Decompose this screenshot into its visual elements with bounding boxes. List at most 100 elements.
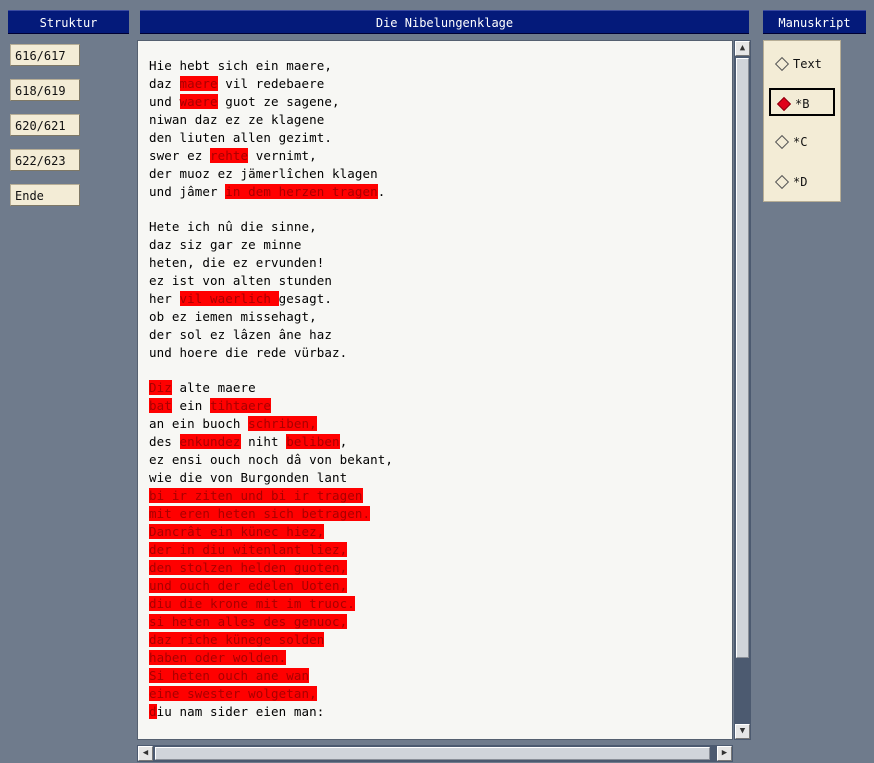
verse-line: den stolzen helden guoten, <box>149 559 393 577</box>
scroll-right-arrow-icon[interactable]: ▶ <box>717 746 732 761</box>
verse-text: daz siz gar ze minne <box>149 237 302 252</box>
highlighted-text: waere <box>179 94 218 109</box>
vertical-scrollbar[interactable]: ▲ ▼ <box>734 40 751 740</box>
verse-text: niwan daz ez ze klagene <box>149 112 325 127</box>
verse-text: wie die von Burgonden lant <box>149 470 348 485</box>
verse-line: Diz alte maere <box>149 379 393 397</box>
manuskript-option[interactable]: *D <box>769 168 835 196</box>
verse-line: diu nam sider eien man: <box>149 703 393 721</box>
radio-diamond-icon <box>776 96 792 111</box>
vertical-scroll-thumb[interactable] <box>736 58 749 658</box>
manuskript-option-label: *D <box>793 175 808 189</box>
verse-line: und hoere die rede vürbaz. <box>149 344 393 362</box>
verse-line: niwan daz ez ze klagene <box>149 111 393 129</box>
verse-line: eine swester wolgetan, <box>149 685 393 703</box>
highlighted-text: vil waerlich <box>179 291 279 306</box>
verse-line: ez ist von alten stunden <box>149 272 393 290</box>
scroll-up-arrow-icon[interactable]: ▲ <box>735 41 750 56</box>
verse-text: vil redebaere <box>217 76 325 91</box>
verse-line: Si heten ouch ane wan <box>149 667 393 685</box>
struktur-button[interactable]: Ende <box>10 184 80 206</box>
highlighted-text: der in diu witenlant liez, <box>149 542 348 557</box>
manuskript-option-label: Text <box>793 57 822 71</box>
verse-line: si heten alles des genuoc, <box>149 613 393 631</box>
verse-line: Hie hebt sich ein maere, <box>149 57 393 75</box>
highlighted-text: daz riche künege solden <box>149 632 325 647</box>
verse-text: und <box>149 94 180 109</box>
highlighted-text: enkundez <box>179 434 241 449</box>
verse-line: der in diu witenlant liez, <box>149 541 393 559</box>
highlighted-text: und ouch der edelen Uoten, <box>149 578 348 593</box>
verse-line: daz riche künege solden <box>149 631 393 649</box>
manuskript-option[interactable]: *B <box>769 88 835 116</box>
scroll-left-arrow-icon[interactable]: ◀ <box>138 746 153 761</box>
verse-text: den liuten allen gezimt. <box>149 130 333 145</box>
verse-content: Hie hebt sich ein maere, daz maere vil re… <box>149 57 393 738</box>
struktur-button[interactable]: 618/619 <box>10 79 80 101</box>
text-panel[interactable]: Hie hebt sich ein maere, daz maere vil re… <box>137 40 733 740</box>
verse-line: diu die krone mit im truoc. <box>149 595 393 613</box>
manuskript-option-label: *C <box>793 135 808 149</box>
highlighted-text: Dancrât ein künec hiez, <box>149 524 325 539</box>
radio-diamond-icon <box>774 134 790 149</box>
struktur-button[interactable]: 616/617 <box>10 44 80 66</box>
verse-text: guot ze sagene, <box>217 94 340 109</box>
verse-line: den liuten allen gezimt. <box>149 129 393 147</box>
verse-line: an ein buoch schriben, <box>149 415 393 433</box>
verse-text: der muoz ez jämerlîchen klagen <box>149 166 378 181</box>
scroll-down-arrow-icon[interactable]: ▼ <box>735 724 750 739</box>
verse-text: daz <box>149 76 180 91</box>
manuskript-option[interactable]: *C <box>769 128 835 156</box>
verse-line: bi ir ziten und bi ir tragen <box>149 487 393 505</box>
horizontal-scroll-thumb[interactable] <box>155 747 710 760</box>
verse-line: bat ein tihtaere <box>149 397 393 415</box>
stanza: Hete ich nû die sinne, daz siz gar ze min… <box>149 218 393 362</box>
verse-text: alte maere <box>171 380 256 395</box>
highlighted-text: si heten alles des genuoc, <box>149 614 348 629</box>
struktur-button[interactable]: 620/621 <box>10 114 80 136</box>
verse-line: der sol ez lâzen âne haz <box>149 326 393 344</box>
verse-text: swer ez <box>149 148 211 163</box>
verse-line: wie die von Burgonden lant <box>149 469 393 487</box>
manuskript-option[interactable]: Text <box>769 50 835 78</box>
verse-line: und jâmer in dem herzen tragen. <box>149 183 393 201</box>
verse-line: ez ensi ouch noch dâ von bekant, <box>149 451 393 469</box>
struktur-button[interactable]: 622/623 <box>10 149 80 171</box>
horizontal-scrollbar[interactable]: ◀ ▶ <box>137 745 733 762</box>
verse-line: heten, die ez ervunden! <box>149 254 393 272</box>
highlighted-text: bi ir ziten und bi ir tragen <box>149 488 363 503</box>
highlighted-text: tihtaere <box>210 398 272 413</box>
verse-text: heten, die ez ervunden! <box>149 255 325 270</box>
verse-text: ez ist von alten stunden <box>149 273 333 288</box>
verse-line: swer ez rehte vernimt, <box>149 147 393 165</box>
verse-line: daz maere vil redebaere <box>149 75 393 93</box>
highlighted-text: schriben, <box>248 416 317 431</box>
verse-text: . <box>377 184 386 199</box>
manuskript-option-label: *B <box>795 97 810 111</box>
highlighted-text: bat <box>149 398 172 413</box>
verse-text: ob ez iemen missehagt, <box>149 309 317 324</box>
highlighted-text: mit eren heten sich betragen. <box>149 506 371 521</box>
verse-text: Hie hebt sich ein maere, <box>149 58 333 73</box>
verse-text: her <box>149 291 180 306</box>
verse-text: iu nam sider eien man: <box>156 704 325 719</box>
highlighted-text: eine swester wolgetan, <box>149 686 317 701</box>
highlighted-text: Diz <box>149 380 172 395</box>
verse-line: mit eren heten sich betragen. <box>149 505 393 523</box>
verse-text: Hete ich nû die sinne, <box>149 219 317 234</box>
verse-line: und waere guot ze sagene, <box>149 93 393 111</box>
verse-text: und hoere die rede vürbaz. <box>149 345 348 360</box>
verse-line: des enkundez niht beliben, <box>149 433 393 451</box>
verse-line: und ouch der edelen Uoten, <box>149 577 393 595</box>
highlighted-text: haben oder wolden. <box>149 650 287 665</box>
highlighted-text: Si heten ouch ane wan <box>149 668 310 683</box>
highlighted-text: maere <box>179 76 218 91</box>
manuskript-header: Manuskript <box>763 10 866 34</box>
verse-line: der muoz ez jämerlîchen klagen <box>149 165 393 183</box>
verse-text: der sol ez lâzen âne haz <box>149 327 333 342</box>
manuskript-panel: Text *B *C *D <box>763 40 841 202</box>
verse-line: her vil waerlich gesagt. <box>149 290 393 308</box>
stanza: Diz alte maere bat ein tihtaere an ein buo… <box>149 379 393 721</box>
verse-text: an ein buoch <box>149 416 249 431</box>
radio-diamond-icon <box>774 56 790 71</box>
